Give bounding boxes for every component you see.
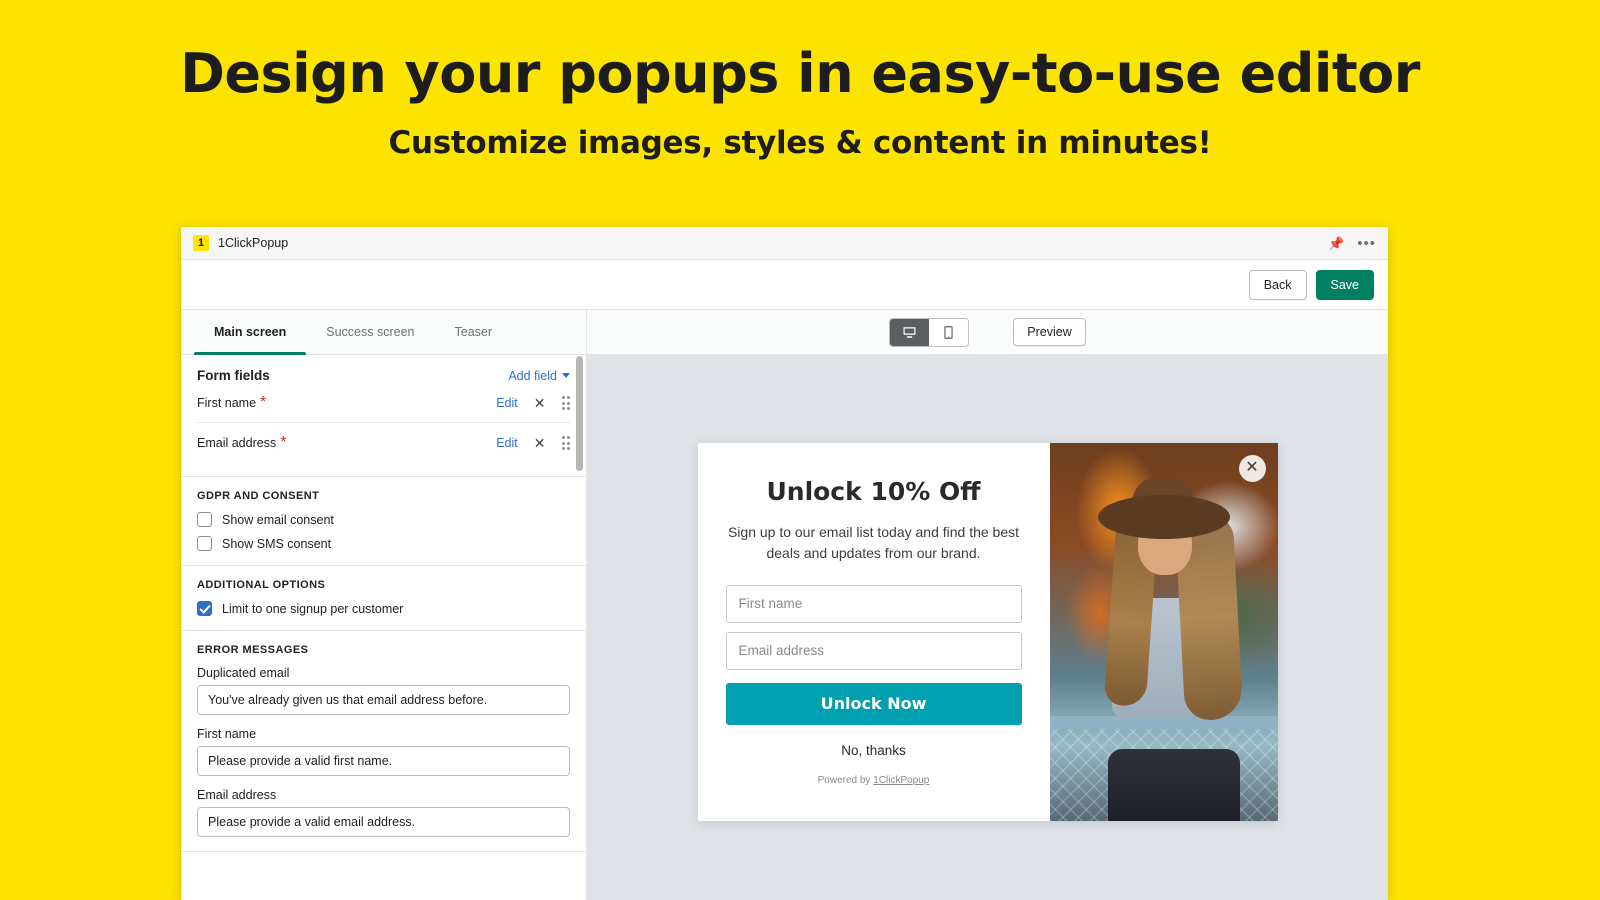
popup-photo <box>1049 442 1278 821</box>
popup-content: Unlock 10% Off Sign up to our email list… <box>698 443 1050 821</box>
checkbox-row-sms-consent[interactable]: Show SMS consent <box>197 536 570 551</box>
banner-headline: Design your popups in easy-to-use editor <box>180 42 1420 105</box>
checkbox-label: Limit to one signup per customer <box>222 601 404 616</box>
edit-field-button[interactable]: Edit <box>496 396 518 410</box>
tab-main-screen[interactable]: Main screen <box>194 310 307 355</box>
field-actions: Edit ✕ <box>496 436 570 450</box>
more-options-icon[interactable]: ••• <box>1357 236 1376 251</box>
drag-handle-icon[interactable] <box>561 396 570 410</box>
close-icon[interactable]: ✕ <box>1238 454 1266 482</box>
checkbox-row-email-consent[interactable]: Show email consent <box>197 512 570 527</box>
app-title: 1ClickPopup <box>218 236 289 250</box>
checkbox-sms-consent[interactable] <box>197 536 212 551</box>
pin-icon[interactable]: 📌 <box>1328 237 1344 250</box>
screen-tabs: Main screen Success screen Teaser <box>181 310 586 355</box>
form-fields-header: Form fields Add field <box>197 368 570 383</box>
preview-toolbar: Preview <box>587 310 1388 355</box>
back-button[interactable]: Back <box>1248 269 1307 300</box>
remove-field-icon[interactable]: ✕ <box>534 396 546 410</box>
promo-banner: Design your popups in easy-to-use editor… <box>0 0 1600 161</box>
input-label-email-address: Email address <box>197 788 277 802</box>
tab-success-screen[interactable]: Success screen <box>306 310 434 354</box>
checkbox-label: Show SMS consent <box>222 536 332 551</box>
app-body: Main screen Success screen Teaser Form f… <box>181 310 1388 900</box>
edit-field-button[interactable]: Edit <box>496 436 518 450</box>
email-address-error-input[interactable] <box>197 807 570 837</box>
form-field-row-email-address: Email address * Edit ✕ <box>197 423 570 462</box>
editor-sidebar: Main screen Success screen Teaser Form f… <box>181 310 587 900</box>
mobile-icon[interactable] <box>929 318 969 346</box>
popup-cta-button[interactable]: Unlock Now <box>725 682 1022 725</box>
powered-by-prefix: Powered by <box>817 774 874 786</box>
popup-title: Unlock 10% Off <box>766 476 981 506</box>
error-messages-section: ERROR MESSAGES Duplicated email First na… <box>181 631 586 852</box>
preview-stage: Unlock 10% Off Sign up to our email list… <box>587 355 1388 900</box>
banner-subheadline: Customize images, styles & content in mi… <box>388 124 1212 161</box>
popup-image: ✕ <box>1049 442 1278 821</box>
checkbox-limit-one-signup[interactable] <box>197 601 212 616</box>
field-label: Email address <box>197 436 277 450</box>
action-bar: Back Save <box>181 260 1388 310</box>
sidebar-scroll-area: Form fields Add field First name * Edit … <box>181 355 586 900</box>
first-name-error-input[interactable] <box>197 746 570 776</box>
checkbox-label: Show email consent <box>222 512 334 527</box>
preview-pane: Preview Unlock 10% Off Sign up to our em… <box>587 310 1388 900</box>
photo-hat-brim <box>1097 494 1230 539</box>
powered-by-link[interactable]: 1ClickPopup <box>873 775 929 786</box>
app-badge: 1 <box>193 235 209 251</box>
additional-options-label: ADDITIONAL OPTIONS <box>197 579 326 591</box>
checkbox-email-consent[interactable] <box>197 512 212 527</box>
form-field-row-first-name: First name * Edit ✕ <box>197 383 570 423</box>
popup-preview: Unlock 10% Off Sign up to our email list… <box>697 442 1278 821</box>
popup-powered-by: Powered by 1ClickPopup <box>818 775 930 786</box>
tab-teaser[interactable]: Teaser <box>435 310 513 354</box>
remove-field-icon[interactable]: ✕ <box>534 436 546 450</box>
preview-button[interactable]: Preview <box>1013 318 1086 346</box>
required-marker: * <box>280 434 287 451</box>
add-field-label: Add field <box>508 368 557 383</box>
popup-email-input[interactable]: Email address <box>725 631 1022 670</box>
app-bar-actions: 📌 ••• <box>1328 236 1376 251</box>
popup-first-name-input[interactable]: First name <box>725 584 1022 623</box>
checkbox-row-limit-signup[interactable]: Limit to one signup per customer <box>197 601 570 616</box>
form-fields-section: Form fields Add field First name * Edit … <box>181 355 586 477</box>
error-messages-label: ERROR MESSAGES <box>197 644 309 656</box>
chevron-down-icon <box>562 373 570 378</box>
field-actions: Edit ✕ <box>496 396 570 410</box>
photo-jeans <box>1107 748 1240 821</box>
save-button[interactable]: Save <box>1315 269 1374 300</box>
add-field-button[interactable]: Add field <box>508 369 570 383</box>
gdpr-consent-section: GDPR AND CONSENT Show email consent Show… <box>181 477 586 566</box>
popup-subtitle: Sign up to our email list today and find… <box>727 523 1020 562</box>
popup-dismiss-link[interactable]: No, thanks <box>841 743 906 758</box>
device-toggle-group <box>889 317 970 347</box>
duplicated-email-input[interactable] <box>197 685 570 715</box>
field-label: First name <box>197 396 257 410</box>
input-label-duplicated-email: Duplicated email <box>197 666 290 680</box>
form-fields-title: Form fields <box>197 368 270 383</box>
desktop-icon[interactable] <box>890 318 930 346</box>
app-window: 1 1ClickPopup 📌 ••• Back Save Main scree… <box>181 227 1388 900</box>
required-marker: * <box>260 394 267 411</box>
gdpr-section-label: GDPR AND CONSENT <box>197 490 320 502</box>
sidebar-scrollbar-thumb[interactable] <box>576 356 583 471</box>
sidebar-scrollbar[interactable] <box>576 356 583 898</box>
additional-options-section: ADDITIONAL OPTIONS Limit to one signup p… <box>181 566 586 631</box>
drag-handle-icon[interactable] <box>561 436 570 450</box>
input-label-first-name: First name <box>197 727 257 741</box>
app-bar: 1 1ClickPopup 📌 ••• <box>181 227 1388 260</box>
